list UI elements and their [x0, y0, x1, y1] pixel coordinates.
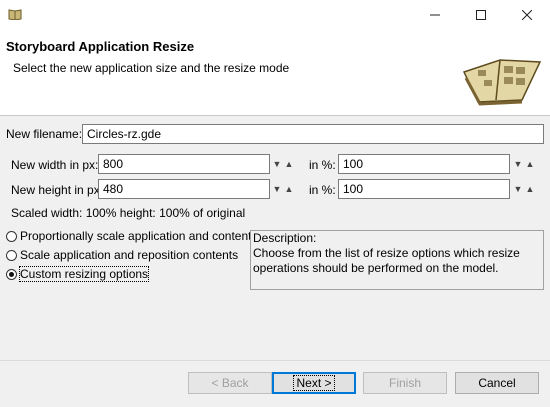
- close-icon: [522, 10, 532, 20]
- radio-button[interactable]: [6, 249, 17, 261]
- option-label: Custom resizing options: [18, 266, 150, 282]
- cancel-button[interactable]: Cancel: [455, 372, 539, 394]
- width-percent-spinner[interactable]: ▼ ▲: [512, 154, 536, 174]
- radio-button-selected[interactable]: [6, 268, 17, 280]
- spin-up-icon[interactable]: ▲: [283, 154, 295, 174]
- height-percent-spinner[interactable]: ▼ ▲: [512, 179, 536, 199]
- spin-up-icon[interactable]: ▲: [524, 154, 536, 174]
- maximize-icon: [476, 10, 486, 20]
- next-button[interactable]: Next >: [272, 372, 356, 394]
- filename-label: New filename:: [6, 127, 83, 141]
- maximize-button[interactable]: [458, 0, 504, 30]
- width-percent-label: in %:: [309, 158, 336, 172]
- button-bar-divider: [0, 360, 550, 361]
- scaled-info: Scaled width: 100% height: 100% of origi…: [11, 206, 246, 220]
- minimize-icon: [430, 14, 440, 16]
- title-bar: [0, 0, 550, 30]
- height-spinner[interactable]: ▼ ▲: [271, 179, 295, 199]
- option-label: Proportionally scale application and con…: [20, 229, 258, 243]
- spin-up-icon[interactable]: ▲: [283, 179, 295, 199]
- spin-down-icon[interactable]: ▼: [271, 179, 283, 199]
- option-custom[interactable]: Custom resizing options: [6, 266, 150, 282]
- next-button-label: Next >: [293, 375, 335, 391]
- filename-input[interactable]: Circles-rz.gde: [82, 124, 544, 144]
- spin-down-icon[interactable]: ▼: [271, 154, 283, 174]
- wizard-header: Storyboard Application Resize Select the…: [0, 30, 550, 116]
- height-input[interactable]: 480: [98, 179, 270, 199]
- height-percent-input[interactable]: 100: [338, 179, 510, 199]
- description-heading: Description:: [253, 231, 317, 245]
- option-proportional[interactable]: Proportionally scale application and con…: [6, 229, 257, 243]
- width-percent-input[interactable]: 100: [338, 154, 510, 174]
- width-spinner[interactable]: ▼ ▲: [271, 154, 295, 174]
- width-label: New width in px:: [11, 158, 99, 172]
- spin-down-icon[interactable]: ▼: [512, 154, 524, 174]
- page-subtitle: Select the new application size and the …: [13, 61, 290, 75]
- close-button[interactable]: [504, 0, 550, 30]
- option-reposition[interactable]: Scale application and reposition content…: [6, 248, 238, 262]
- back-button[interactable]: < Back: [188, 372, 272, 394]
- storyboard-book-icon: [462, 59, 542, 106]
- height-percent-label: in %:: [309, 183, 336, 197]
- spin-down-icon[interactable]: ▼: [512, 179, 524, 199]
- minimize-button[interactable]: [412, 0, 458, 30]
- option-label: Scale application and reposition content…: [20, 248, 239, 262]
- width-input[interactable]: 800: [98, 154, 270, 174]
- page-title: Storyboard Application Resize: [6, 39, 195, 54]
- radio-button[interactable]: [6, 230, 17, 242]
- height-label: New height in px:: [11, 183, 104, 197]
- description-text: Choose from the list of resize options w…: [253, 246, 520, 275]
- spin-up-icon[interactable]: ▲: [524, 179, 536, 199]
- finish-button[interactable]: Finish: [363, 372, 447, 394]
- app-book-icon: [8, 9, 22, 20]
- description-panel: Description: Choose from the list of res…: [250, 230, 544, 290]
